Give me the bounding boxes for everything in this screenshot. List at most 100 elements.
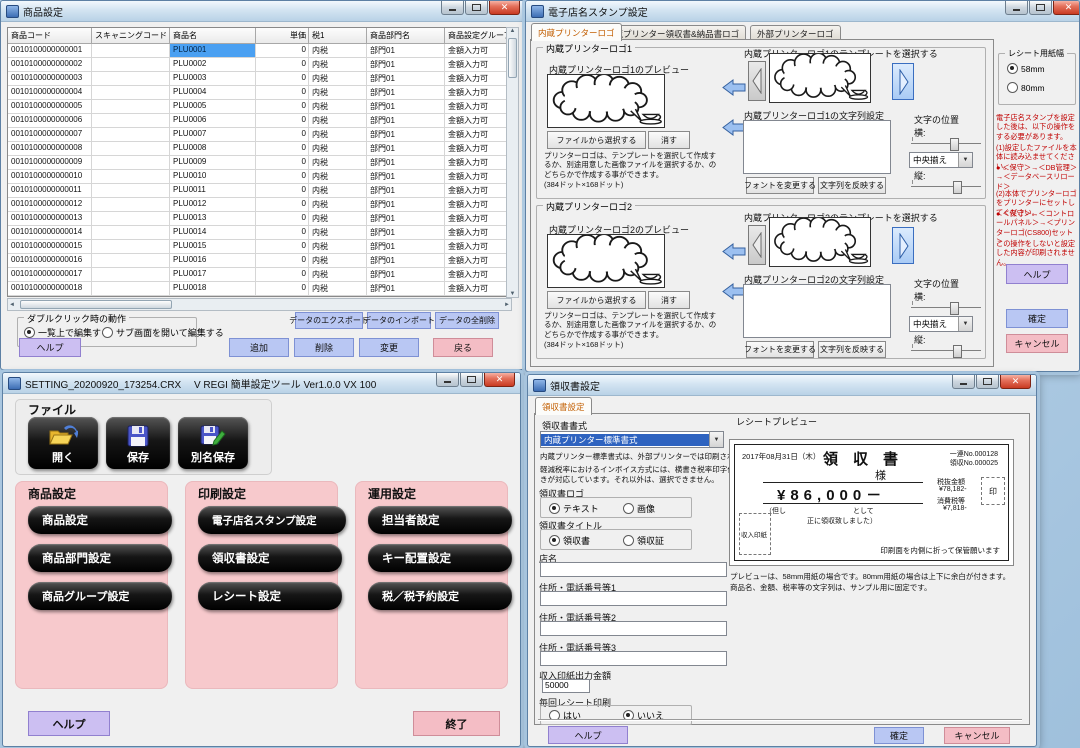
table-cell[interactable]: 部門01 — [367, 268, 445, 282]
table-cell[interactable]: 内税 — [309, 184, 367, 198]
table-cell[interactable] — [92, 198, 170, 212]
radio-edit-in-list[interactable] — [24, 327, 35, 338]
table-cell[interactable] — [92, 58, 170, 72]
table-cell[interactable]: 部門01 — [367, 212, 445, 226]
table-cell[interactable]: 0010100000000013 — [8, 212, 92, 226]
table-cell[interactable]: 0 — [256, 114, 309, 128]
table-cell[interactable]: 0010100000000003 — [8, 72, 92, 86]
menu-clerk-settings-button[interactable]: 担当者設定 — [368, 506, 512, 534]
stamp-window-titlebar[interactable]: 電子店名スタンプ設定 ✕ — [526, 1, 1079, 22]
radio-edit-in-subscreen[interactable] — [102, 327, 113, 338]
address2-input[interactable] — [540, 621, 727, 636]
table-row[interactable]: 0010100000000010PLU00100内税部門01金額入力可 — [8, 170, 509, 184]
save-button[interactable]: 保存 — [106, 417, 170, 469]
table-cell[interactable]: 0010100000000016 — [8, 254, 92, 268]
logo1-template-prev-button[interactable] — [748, 61, 766, 101]
logo1-horizontal-slider[interactable] — [911, 136, 981, 149]
table-cell[interactable]: 0 — [256, 142, 309, 156]
data-export-button[interactable]: データのエクスポート — [295, 312, 363, 329]
table-horizontal-scrollbar[interactable]: ◄ ► — [7, 298, 512, 311]
table-cell[interactable]: 金額入力可 — [445, 226, 507, 240]
close-button[interactable]: ✕ — [1053, 1, 1079, 15]
table-cell[interactable]: 金額入力可 — [445, 142, 507, 156]
table-cell[interactable]: 内税 — [309, 156, 367, 170]
table-cell[interactable]: 0 — [256, 72, 309, 86]
table-cell[interactable]: 部門01 — [367, 282, 445, 296]
table-row[interactable]: 0010100000000002PLU00020内税部門01金額入力可 — [8, 58, 509, 72]
help-button[interactable]: ヘルプ — [1006, 264, 1068, 284]
table-cell[interactable]: 0 — [256, 212, 309, 226]
table-row[interactable]: 0010100000000014PLU00140内税部門01金額入力可 — [8, 226, 509, 240]
address1-input[interactable] — [540, 591, 727, 606]
table-cell[interactable]: 0010100000000008 — [8, 142, 92, 156]
table-cell[interactable]: 内税 — [309, 282, 367, 296]
table-cell[interactable]: 金額入力可 — [445, 156, 507, 170]
logo2-select-file-button[interactable]: ファイルから選択する — [547, 291, 646, 309]
logo2-change-font-button[interactable]: フォントを変更する — [746, 341, 814, 358]
cancel-button[interactable]: キャンセル — [944, 727, 1010, 744]
table-cell[interactable]: 金額入力可 — [445, 198, 507, 212]
table-row[interactable]: 0010100000000011PLU00110内税部門01金額入力可 — [8, 184, 509, 198]
radio-title-ryoshusho[interactable] — [549, 535, 560, 546]
table-cell[interactable]: 0010100000000012 — [8, 198, 92, 212]
column-header[interactable]: 税1 — [309, 28, 367, 44]
column-header[interactable]: 商品設定グループ名 — [445, 28, 507, 44]
table-cell[interactable] — [92, 282, 170, 296]
table-cell[interactable]: 金額入力可 — [445, 114, 507, 128]
table-cell[interactable]: PLU0016 — [170, 254, 256, 268]
table-row[interactable]: 0010100000000012PLU00120内税部門01金額入力可 — [8, 198, 509, 212]
minimize-button[interactable] — [952, 375, 975, 389]
menu-receipt-paper-settings-button[interactable]: レシート設定 — [198, 582, 342, 610]
logo1-erase-button[interactable]: 消す — [648, 131, 690, 149]
table-cell[interactable]: 内税 — [309, 86, 367, 100]
logo2-template-next-button[interactable] — [892, 227, 914, 264]
table-cell[interactable] — [92, 100, 170, 114]
table-cell[interactable]: 0 — [256, 86, 309, 100]
table-cell[interactable]: 部門01 — [367, 86, 445, 100]
table-cell[interactable]: PLU0010 — [170, 170, 256, 184]
table-cell[interactable]: PLU0014 — [170, 226, 256, 240]
tab-internal-printer-logo[interactable]: 内蔵プリンターロゴ — [531, 23, 622, 41]
table-cell[interactable]: 金額入力可 — [445, 58, 507, 72]
table-cell[interactable]: 金額入力可 — [445, 72, 507, 86]
logo2-horizontal-slider[interactable] — [911, 300, 981, 313]
table-cell[interactable]: 0010100000000004 — [8, 86, 92, 100]
radio-58mm[interactable] — [1007, 63, 1018, 74]
slider-thumb[interactable] — [953, 345, 962, 358]
table-cell[interactable]: 0010100000000015 — [8, 240, 92, 254]
table-cell[interactable]: 金額入力可 — [445, 86, 507, 100]
table-cell[interactable] — [92, 156, 170, 170]
table-cell[interactable]: 内税 — [309, 226, 367, 240]
table-cell[interactable] — [92, 114, 170, 128]
table-cell[interactable]: 内税 — [309, 44, 367, 58]
table-cell[interactable] — [92, 184, 170, 198]
main-window-titlebar[interactable]: SETTING_20200920_173254.CRX V REGI 簡単設定ツ… — [3, 373, 520, 394]
table-cell[interactable]: 0010100000000014 — [8, 226, 92, 240]
table-row[interactable]: 0010100000000013PLU00130内税部門01金額入力可 — [8, 212, 509, 226]
table-cell[interactable]: PLU0003 — [170, 72, 256, 86]
table-cell[interactable] — [92, 226, 170, 240]
column-header[interactable]: 商品名 — [170, 28, 256, 44]
table-cell[interactable]: 0 — [256, 198, 309, 212]
table-cell[interactable]: 0 — [256, 156, 309, 170]
menu-product-group-button[interactable]: 商品グループ設定 — [28, 582, 172, 610]
table-row[interactable]: 0010100000000001PLU00010内税部門01金額入力可 — [8, 44, 509, 58]
back-button[interactable]: 戻る — [433, 338, 493, 357]
table-cell[interactable]: 0 — [256, 268, 309, 282]
table-row[interactable]: 0010100000000004PLU00040内税部門01金額入力可 — [8, 86, 509, 100]
close-button[interactable]: ✕ — [1000, 375, 1031, 389]
table-cell[interactable]: 0010100000000007 — [8, 128, 92, 142]
logo1-change-font-button[interactable]: フォントを変更する — [746, 177, 814, 194]
table-cell[interactable]: 金額入力可 — [445, 100, 507, 114]
table-cell[interactable] — [92, 254, 170, 268]
table-cell[interactable]: 内税 — [309, 212, 367, 226]
table-cell[interactable]: 0 — [256, 226, 309, 240]
logo2-text-input[interactable] — [743, 284, 891, 338]
table-row[interactable]: 0010100000000009PLU00090内税部門01金額入力可 — [8, 156, 509, 170]
table-row[interactable]: 0010100000000007PLU00070内税部門01金額入力可 — [8, 128, 509, 142]
minimize-button[interactable] — [1005, 1, 1028, 15]
receipt-format-select[interactable]: 内蔵プリンター標準書式 ▼ — [540, 431, 724, 448]
logo2-erase-button[interactable]: 消す — [648, 291, 690, 309]
table-cell[interactable]: 0 — [256, 44, 309, 58]
table-cell[interactable]: 内税 — [309, 58, 367, 72]
